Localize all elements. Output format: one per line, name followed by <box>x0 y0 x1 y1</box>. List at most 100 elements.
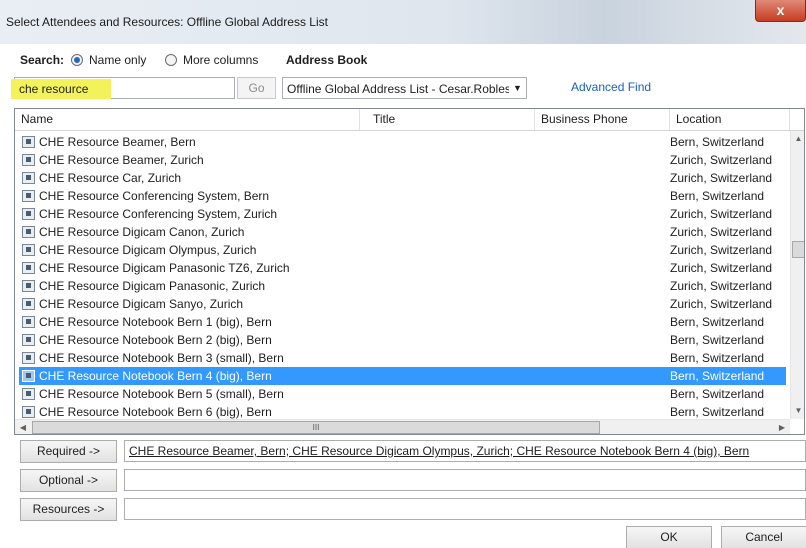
row-name: CHE Resource Notebook Bern 2 (big), Bern <box>39 333 272 347</box>
vertical-scroll-thumb[interactable] <box>792 241 804 258</box>
resource-icon <box>22 262 35 274</box>
radio-more-columns-label[interactable]: More columns <box>183 53 258 67</box>
table-row[interactable]: CHE Resource Notebook Bern 1 (big), Bern… <box>19 313 786 331</box>
resource-icon <box>22 172 35 184</box>
resource-icon <box>22 136 35 148</box>
resource-icon <box>22 208 35 220</box>
table-row[interactable]: CHE Resource Digicam Panasonic TZ6, Zuri… <box>19 259 786 277</box>
table-row[interactable]: CHE Resource Notebook Bern 3 (small), Be… <box>19 349 786 367</box>
ok-button[interactable]: OK <box>626 526 712 548</box>
row-name: CHE Resource Car, Zurich <box>39 171 182 185</box>
close-icon: x <box>776 2 785 18</box>
row-location: Bern, Switzerland <box>670 333 765 347</box>
resource-icon <box>22 406 35 418</box>
resources-field[interactable] <box>124 498 806 520</box>
resource-icon <box>22 154 35 166</box>
close-button[interactable]: x <box>755 0 806 22</box>
table-row[interactable]: CHE Resource Beamer, Bern Bern, Switzerla… <box>19 133 786 151</box>
search-input[interactable]: che resource <box>11 77 235 99</box>
dropdown-arrow-icon[interactable]: ▼ <box>509 78 526 98</box>
resource-icon <box>22 298 35 310</box>
column-header-title[interactable]: Title <box>367 109 535 130</box>
horizontal-scroll-thumb[interactable]: III <box>32 421 600 434</box>
resource-icon <box>22 388 35 400</box>
table-row[interactable]: CHE Resource Notebook Bern 2 (big), Bern… <box>19 331 786 349</box>
column-header-location[interactable]: Location <box>670 109 790 130</box>
resources-button[interactable]: Resources -> <box>20 498 117 521</box>
window-title: Select Attendees and Resources: Offline … <box>6 15 328 29</box>
row-location: Bern, Switzerland <box>670 387 765 401</box>
resource-icon <box>22 190 35 202</box>
address-book-label: Address Book <box>286 53 368 67</box>
required-button[interactable]: Required -> <box>20 440 117 463</box>
address-list[interactable]: Name Title Business Phone Location CHE R… <box>14 108 805 435</box>
address-book-dropdown[interactable]: Offline Global Address List - Cesar.Robl… <box>282 77 527 99</box>
radio-name-only[interactable] <box>71 54 83 66</box>
row-name: CHE Resource Beamer, Bern <box>39 135 196 149</box>
row-location: Zurich, Switzerland <box>670 153 773 167</box>
row-name: CHE Resource Notebook Bern 1 (big), Bern <box>39 315 272 329</box>
radio-name-only-label[interactable]: Name only <box>89 53 146 67</box>
horizontal-scrollbar[interactable]: ◀ III ▶ <box>15 419 790 434</box>
row-location: Bern, Switzerland <box>670 135 765 149</box>
table-row[interactable]: CHE Resource Conferencing System, Zurich… <box>19 205 786 223</box>
column-header-business-phone[interactable]: Business Phone <box>535 109 670 130</box>
go-button[interactable]: Go <box>237 77 276 99</box>
table-row[interactable]: CHE Resource Digicam Canon, Zurich Zurich… <box>19 223 786 241</box>
row-location: Bern, Switzerland <box>670 315 765 329</box>
optional-field[interactable] <box>124 469 806 491</box>
optional-button[interactable]: Optional -> <box>20 469 117 492</box>
row-name: CHE Resource Conferencing System, Zurich <box>39 207 278 221</box>
scroll-left-icon[interactable]: ◀ <box>15 420 31 434</box>
row-name: CHE Resource Digicam Canon, Zurich <box>39 225 245 239</box>
dialog-body: Search: Name only More columns Address B… <box>0 44 806 548</box>
resource-icon <box>22 316 35 328</box>
row-location: Zurich, Switzerland <box>670 243 773 257</box>
resource-icon <box>22 370 35 382</box>
row-name: CHE Resource Notebook Bern 3 (small), Be… <box>39 351 284 365</box>
list-header: Name Title Business Phone Location <box>15 109 804 131</box>
row-name: CHE Resource Notebook Bern 5 (small), Be… <box>39 387 284 401</box>
table-row[interactable]: CHE Resource Digicam Sanyo, Zurich Zurich… <box>19 295 786 313</box>
row-location: Zurich, Switzerland <box>670 279 773 293</box>
row-location: Zurich, Switzerland <box>670 297 773 311</box>
required-field[interactable]: CHE Resource Beamer, Bern; CHE Resource … <box>124 440 806 462</box>
row-location: Bern, Switzerland <box>670 351 765 365</box>
row-location: Zurich, Switzerland <box>670 261 773 275</box>
table-row[interactable]: CHE Resource Car, Zurich Zurich, Switzerl… <box>19 169 786 187</box>
table-row[interactable]: CHE Resource Conferencing System, Bern Be… <box>19 187 786 205</box>
search-input-value: che resource <box>19 82 89 96</box>
address-book-value: Offline Global Address List - Cesar.Robl… <box>287 82 524 96</box>
search-label: Search: <box>20 53 65 67</box>
scroll-down-icon[interactable]: ▼ <box>791 403 804 419</box>
resource-icon <box>22 334 35 346</box>
row-location: Bern, Switzerland <box>670 189 765 203</box>
table-row[interactable]: CHE Resource Notebook Bern 5 (small), Be… <box>19 385 786 403</box>
row-name: CHE Resource Beamer, Zurich <box>39 153 204 167</box>
table-row[interactable]: CHE Resource Beamer, Zurich Zurich, Switz… <box>19 151 786 169</box>
row-name: CHE Resource Notebook Bern 4 (big), Bern <box>39 369 272 383</box>
column-header-name[interactable]: Name <box>15 109 360 130</box>
table-row[interactable]: CHE Resource Notebook Bern 4 (big), Bern… <box>19 367 786 385</box>
resource-icon <box>22 226 35 238</box>
row-name: CHE Resource Digicam Sanyo, Zurich <box>39 297 244 311</box>
resource-icon <box>22 280 35 292</box>
row-name: CHE Resource Digicam Panasonic TZ6, Zuri… <box>39 261 290 275</box>
required-field-value: CHE Resource Beamer, Bern; CHE Resource … <box>129 444 750 458</box>
row-location: Zurich, Switzerland <box>670 171 773 185</box>
table-row[interactable]: CHE Resource Digicam Panasonic, Zurich Zu… <box>19 277 786 295</box>
row-name: CHE Resource Digicam Olympus, Zurich <box>39 243 257 257</box>
row-location: Zurich, Switzerland <box>670 207 773 221</box>
scroll-up-icon[interactable]: ▲ <box>791 131 804 147</box>
vertical-scrollbar[interactable]: ▲ ▼ <box>790 131 804 419</box>
scroll-right-icon[interactable]: ▶ <box>774 420 790 434</box>
resource-icon <box>22 352 35 364</box>
row-location: Bern, Switzerland <box>670 369 765 383</box>
title-bar: Select Attendees and Resources: Offline … <box>0 0 806 44</box>
row-name: CHE Resource Digicam Panasonic, Zurich <box>39 279 266 293</box>
cancel-button[interactable]: Cancel <box>721 526 806 548</box>
resource-icon <box>22 244 35 256</box>
advanced-find-link[interactable]: Advanced Find <box>571 80 651 94</box>
radio-more-columns[interactable] <box>165 54 177 66</box>
table-row[interactable]: CHE Resource Digicam Olympus, Zurich Zuri… <box>19 241 786 259</box>
